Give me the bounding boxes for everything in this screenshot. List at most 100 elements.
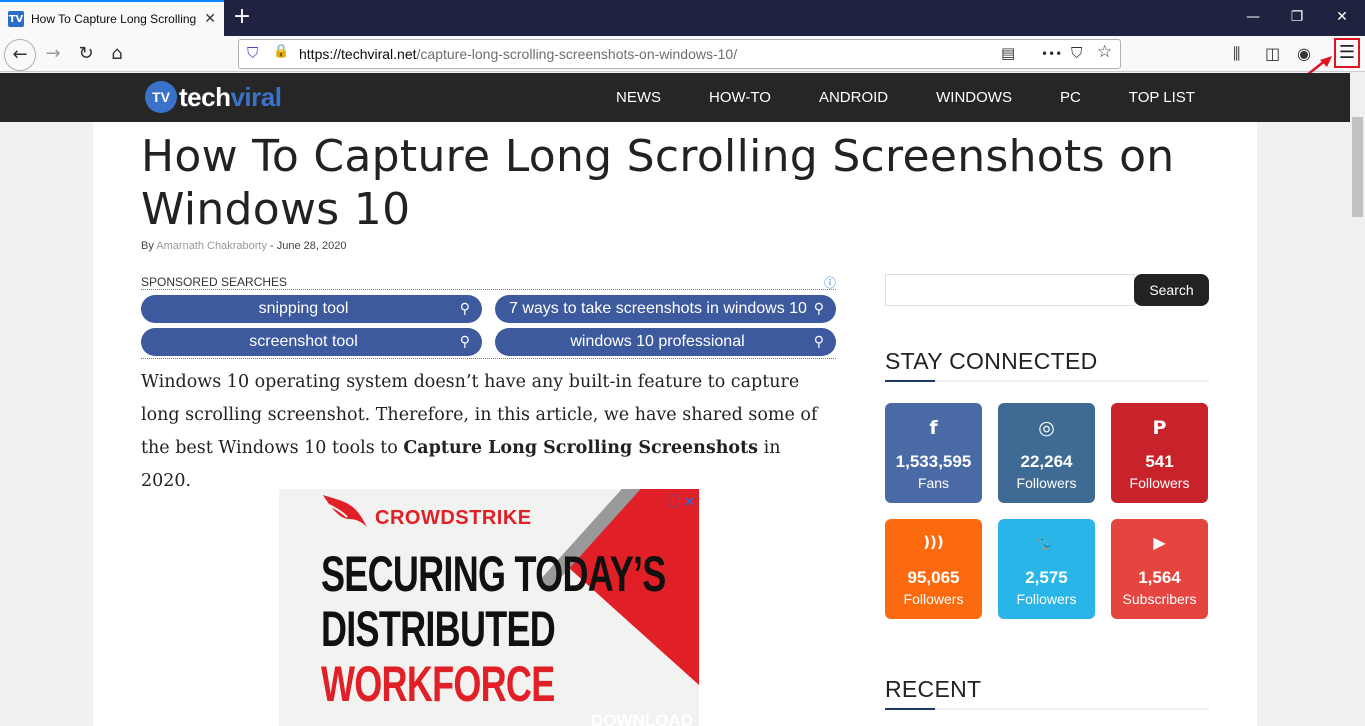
ad-line-1: SECURING TODAY’S bbox=[321, 546, 666, 602]
library-icon[interactable]: ⫼ bbox=[1233, 44, 1240, 64]
tab-title: How To Capture Long Scrolling Screenshot… bbox=[31, 12, 197, 26]
scrollbar-thumb[interactable] bbox=[1352, 117, 1363, 217]
hamburger-menu-button[interactable]: ☰ bbox=[1334, 38, 1360, 68]
rss-count: 95,065 bbox=[907, 568, 960, 587]
intro-bold-text: Capture Long Scrolling Screenshots bbox=[403, 438, 759, 458]
sidebar-search-input[interactable] bbox=[885, 274, 1135, 306]
bookmark-star-icon[interactable]: ☆ bbox=[1097, 42, 1112, 62]
instagram-count: 22,264 bbox=[1020, 452, 1073, 471]
author-link[interactable]: Amarnath Chakraborty bbox=[156, 240, 267, 252]
rss-card[interactable]: ))) 95,065 Followers bbox=[885, 519, 982, 619]
forward-button[interactable]: → bbox=[38, 40, 68, 68]
instagram-icon: ◎ bbox=[1038, 417, 1055, 439]
site-favicon-icon: TV bbox=[8, 11, 24, 27]
facebook-label: Fans bbox=[917, 475, 950, 491]
crowdstrike-falcon-icon bbox=[323, 495, 367, 527]
article-meta: By Amarnath Chakraborty - June 28, 2020 bbox=[141, 240, 347, 252]
article-title: How To Capture Long Scrolling Screenshot… bbox=[141, 131, 1175, 235]
pill-label: snipping tool bbox=[258, 300, 349, 317]
search-button[interactable]: Search bbox=[1134, 274, 1209, 306]
rss-label: Followers bbox=[903, 591, 964, 607]
section-divider bbox=[885, 708, 1209, 710]
sponsored-label: SPONSORED SEARCHES bbox=[141, 275, 292, 289]
ad-line-3: WORKFORCE bbox=[321, 656, 555, 712]
instagram-card[interactable]: ◎ 22,264 Followers bbox=[998, 403, 1095, 503]
nav-item-pc[interactable]: PC bbox=[1036, 73, 1105, 122]
stay-connected-heading: STAY CONNECTED bbox=[885, 348, 1098, 374]
nav-item-windows[interactable]: WINDOWS bbox=[912, 73, 1036, 122]
page-actions-icon[interactable]: ••• bbox=[1041, 47, 1062, 61]
ad-download-button[interactable]: DOWNLOAD bbox=[591, 711, 693, 726]
article-intro: Windows 10 operating system doesn’t have… bbox=[141, 366, 831, 498]
minimize-button[interactable]: — bbox=[1230, 0, 1276, 34]
facebook-card[interactable]: f 1,533,595 Fans bbox=[885, 403, 982, 503]
reload-button[interactable]: ↻ bbox=[71, 40, 101, 68]
logo-wordmark: techviral bbox=[179, 81, 282, 113]
sponsored-searches: SPONSORED SEARCHES ⓘ snipping tool ⚲ 7 wa… bbox=[141, 274, 836, 359]
nav-item-news[interactable]: NEWS bbox=[592, 73, 685, 122]
search-icon: ⚲ bbox=[813, 334, 824, 350]
ad-info-icon[interactable]: ⓘ bbox=[824, 274, 836, 291]
display-ad[interactable]: ⓘ ✕ CROWDSTRIKE SECURING TODAY’S DISTRIB… bbox=[279, 489, 699, 726]
navigation-toolbar: ← → ↻ ⌂ ⛉ 🔒 https://techviral.net/captur… bbox=[0, 36, 1365, 72]
sponsored-search-link[interactable]: snipping tool ⚲ bbox=[141, 295, 482, 323]
sponsored-header: SPONSORED SEARCHES bbox=[141, 274, 836, 290]
youtube-play-icon: ▶ bbox=[1153, 533, 1166, 552]
rss-icon: ))) bbox=[923, 533, 944, 551]
close-window-button[interactable]: ✕ bbox=[1319, 0, 1365, 34]
restore-button[interactable]: ❐ bbox=[1274, 0, 1320, 34]
sponsored-search-link[interactable]: screenshot tool ⚲ bbox=[141, 328, 482, 356]
twitter-card[interactable]: 🐦 2,575 Followers bbox=[998, 519, 1095, 619]
nav-item-top-list[interactable]: TOP LIST bbox=[1105, 73, 1219, 122]
sidebar-toggle-icon[interactable]: ◫ bbox=[1265, 44, 1280, 63]
nav-item-how-to[interactable]: HOW-TO bbox=[685, 73, 795, 122]
pinterest-card[interactable]: P 541 Followers bbox=[1111, 403, 1208, 503]
ad-line-2: DISTRIBUTED bbox=[321, 601, 556, 657]
sponsored-divider bbox=[141, 358, 836, 359]
pill-label: screenshot tool bbox=[249, 333, 358, 350]
reader-view-icon[interactable]: ▤ bbox=[1001, 44, 1015, 62]
logo-mark-icon: TV bbox=[145, 81, 177, 113]
facebook-icon: f bbox=[929, 417, 938, 439]
twitter-count: 2,575 bbox=[1025, 568, 1068, 587]
pinterest-label: Followers bbox=[1129, 475, 1190, 491]
by-label: By bbox=[141, 240, 154, 252]
web-page: TV techviral NEWS HOW-TO ANDROID WINDOWS… bbox=[0, 73, 1350, 726]
pocket-icon[interactable]: ⛉ bbox=[1071, 44, 1082, 62]
back-button[interactable]: ← bbox=[4, 39, 36, 71]
url-text[interactable]: https://techviral.net/capture-long-scrol… bbox=[299, 46, 737, 62]
url-domain: https://techviral.net bbox=[299, 46, 417, 62]
tab-close-icon[interactable]: ✕ bbox=[204, 11, 216, 27]
pill-label: windows 10 professional bbox=[570, 333, 745, 350]
facebook-count: 1,533,595 bbox=[895, 452, 972, 471]
search-icon: ⚲ bbox=[459, 301, 470, 317]
lock-icon[interactable]: 🔒 bbox=[273, 44, 289, 59]
youtube-card[interactable]: ▶ 1,564 Subscribers bbox=[1111, 519, 1208, 619]
tracking-shield-icon[interactable]: ⛉ bbox=[247, 44, 258, 62]
pill-label: 7 ways to take screenshots in windows 10 bbox=[509, 300, 807, 317]
nav-item-android[interactable]: ANDROID bbox=[795, 73, 912, 122]
browser-tab[interactable]: TV How To Capture Long Scrolling Screens… bbox=[0, 0, 224, 36]
youtube-count: 1,564 bbox=[1138, 568, 1181, 587]
search-icon: ⚲ bbox=[459, 334, 470, 350]
address-bar[interactable]: ⛉ 🔒 https://techviral.net/capture-long-s… bbox=[238, 39, 1121, 69]
youtube-label: Subscribers bbox=[1122, 591, 1197, 607]
logo-text-tech: tech bbox=[179, 81, 231, 112]
ad-brand: CROWDSTRIKE bbox=[375, 507, 532, 529]
home-button[interactable]: ⌂ bbox=[102, 40, 132, 68]
site-logo[interactable]: TV techviral bbox=[145, 81, 282, 113]
site-nav: NEWS HOW-TO ANDROID WINDOWS PC TOP LIST bbox=[592, 73, 1219, 122]
sponsored-search-link[interactable]: 7 ways to take screenshots in windows 10… bbox=[495, 295, 836, 323]
logo-text-viral: viral bbox=[230, 81, 282, 112]
new-tab-button[interactable]: + bbox=[230, 5, 254, 29]
twitter-icon: 🐦 bbox=[1036, 533, 1057, 552]
search-icon: ⚲ bbox=[813, 301, 824, 317]
article-date: June 28, 2020 bbox=[276, 240, 347, 252]
content-area: How To Capture Long Scrolling Screenshot… bbox=[93, 122, 1257, 726]
ad-choices-icon[interactable]: ⓘ ✕ bbox=[667, 491, 695, 510]
recent-heading: RECENT bbox=[885, 676, 982, 702]
page-scrollbar[interactable] bbox=[1350, 73, 1365, 726]
sponsored-search-link[interactable]: windows 10 professional ⚲ bbox=[495, 328, 836, 356]
twitter-label: Followers bbox=[1016, 591, 1077, 607]
section-divider bbox=[885, 380, 1209, 382]
